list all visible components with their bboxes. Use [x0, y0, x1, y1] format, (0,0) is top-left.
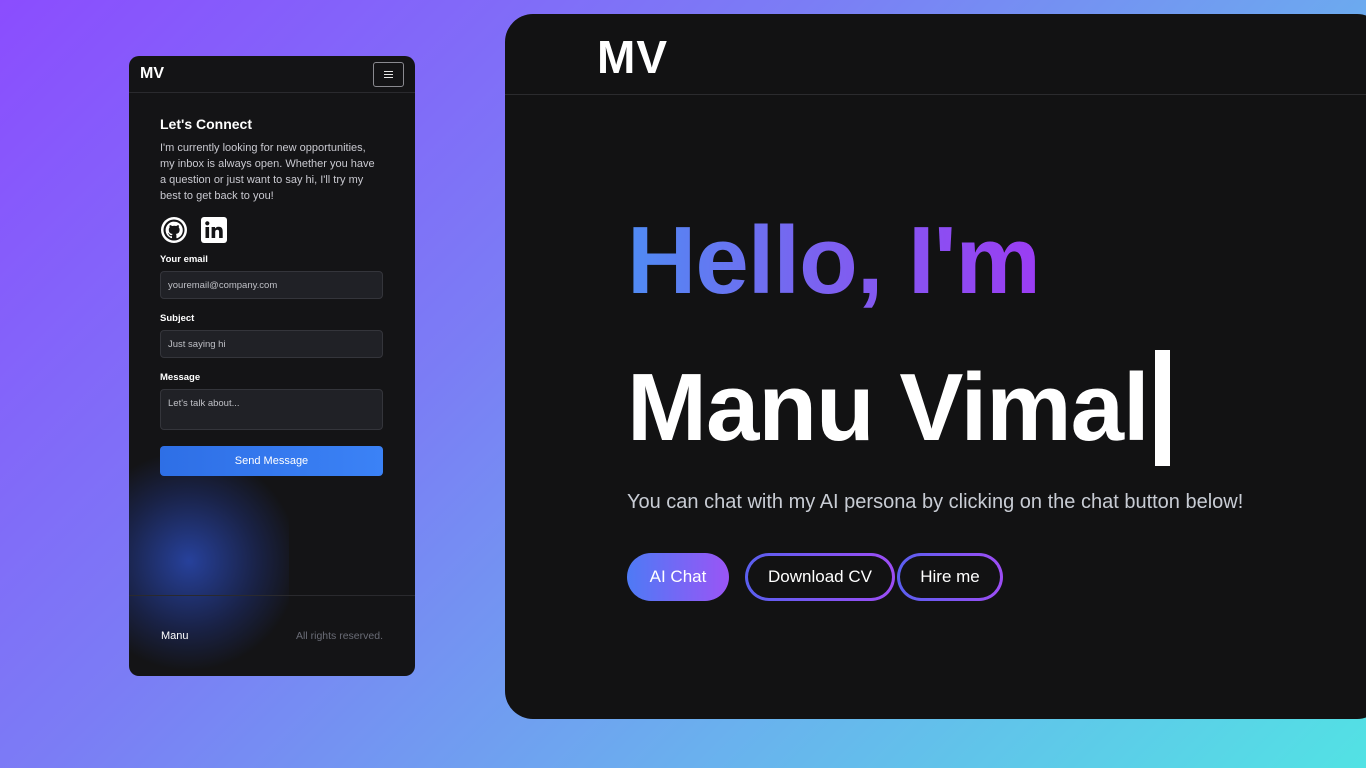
hero-name-row: Manu Vimal — [627, 350, 1170, 466]
mobile-logo[interactable]: MV — [140, 65, 164, 83]
hero-tagline: You can chat with my AI persona by click… — [627, 491, 1244, 513]
desktop-mockup: MV Hello, I'm Manu Vimal You can chat wi… — [505, 14, 1366, 719]
subject-field[interactable]: Just saying hi — [160, 330, 383, 358]
download-cv-label: Download CV — [748, 556, 892, 598]
mobile-footer: Manu All rights reserved. — [129, 595, 415, 676]
typing-cursor — [1154, 350, 1170, 466]
hamburger-menu-icon[interactable] — [373, 61, 404, 87]
contact-title: Let's Connect — [160, 116, 253, 132]
social-links — [160, 216, 383, 244]
message-field[interactable]: Let's talk about... — [160, 389, 383, 430]
hero-name: Manu Vimal — [627, 354, 1150, 461]
desktop-logo[interactable]: MV — [597, 30, 668, 84]
email-label: Your email — [160, 254, 208, 265]
desktop-navbar: MV — [505, 14, 1366, 95]
hero-greeting: Hello, I'm — [627, 207, 1041, 314]
email-field[interactable]: youremail@company.com — [160, 271, 383, 299]
download-cv-button[interactable]: Download CV — [745, 553, 895, 601]
footer-rights: All rights reserved. — [296, 630, 383, 642]
contact-intro: I'm currently looking for new opportunit… — [160, 142, 375, 202]
hire-me-button[interactable]: Hire me — [897, 553, 1003, 601]
send-message-button[interactable]: Send Message — [160, 446, 383, 476]
footer-brand[interactable]: Manu — [161, 630, 189, 642]
mobile-mockup: MV Let's Connect I'm currently looking f… — [129, 56, 415, 676]
hero-actions: AI Chat Download CV Hire me — [627, 553, 1003, 601]
ai-chat-button[interactable]: AI Chat — [627, 553, 729, 601]
mobile-navbar: MV — [129, 56, 415, 93]
message-label: Message — [160, 372, 201, 383]
hire-me-label: Hire me — [900, 556, 1000, 598]
linkedin-icon[interactable] — [200, 216, 228, 244]
subject-label: Subject — [160, 313, 195, 324]
github-icon[interactable] — [160, 216, 188, 244]
contact-section: Let's Connect I'm currently looking for … — [160, 116, 383, 476]
